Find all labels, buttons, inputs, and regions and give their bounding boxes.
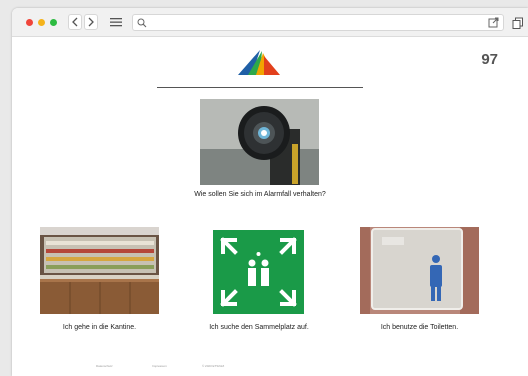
option-canteen-label[interactable]: Ich gehe in die Kantine. (32, 323, 167, 332)
back-button[interactable] (68, 14, 82, 30)
footer-link-imprint[interactable]: Impressum (152, 364, 167, 368)
footer-copyright: © 2023 ETS/GIZ (202, 364, 225, 368)
option-canteen-image[interactable] (40, 227, 159, 314)
chevron-left-icon (72, 17, 78, 27)
copy-icon (512, 17, 523, 29)
open-external-icon[interactable] (488, 17, 499, 28)
company-logo (238, 50, 280, 75)
siren-icon (200, 99, 319, 185)
menu-button[interactable] (108, 14, 124, 30)
search-icon (137, 18, 147, 28)
maximize-window-button[interactable] (50, 19, 57, 26)
forward-button[interactable] (84, 14, 98, 30)
question-text: Wie sollen Sie sich im Alarmfall verhalt… (194, 191, 326, 198)
close-window-button[interactable] (26, 19, 33, 26)
assembly-point-icon (213, 230, 304, 314)
canteen-icon (40, 227, 159, 314)
chevron-right-icon (88, 17, 94, 27)
option-toilets-label[interactable]: Ich benutze die Toiletten. (352, 323, 487, 332)
minimize-window-button[interactable] (38, 19, 45, 26)
alarm-siren-image (200, 99, 319, 185)
browser-toolbar (12, 8, 528, 37)
header-divider (157, 87, 363, 88)
footer-link-privacy[interactable]: Datenschutz (96, 364, 113, 368)
option-assembly-point-label[interactable]: Ich suche den Sammelplatz auf. (188, 323, 330, 332)
copy-button[interactable] (510, 14, 526, 31)
hamburger-icon (110, 18, 122, 27)
toilet-sign-icon (360, 227, 479, 314)
option-assembly-point-image[interactable] (213, 230, 304, 314)
address-bar[interactable] (132, 14, 504, 31)
page-number: 97 (481, 51, 498, 68)
page-content: 97 Wie sollen Sie sich im Alarmfall verh… (12, 37, 528, 376)
browser-window: 97 Wie sollen Sie sich im Alarmfall verh… (12, 8, 528, 376)
option-toilets-image[interactable] (360, 227, 479, 314)
